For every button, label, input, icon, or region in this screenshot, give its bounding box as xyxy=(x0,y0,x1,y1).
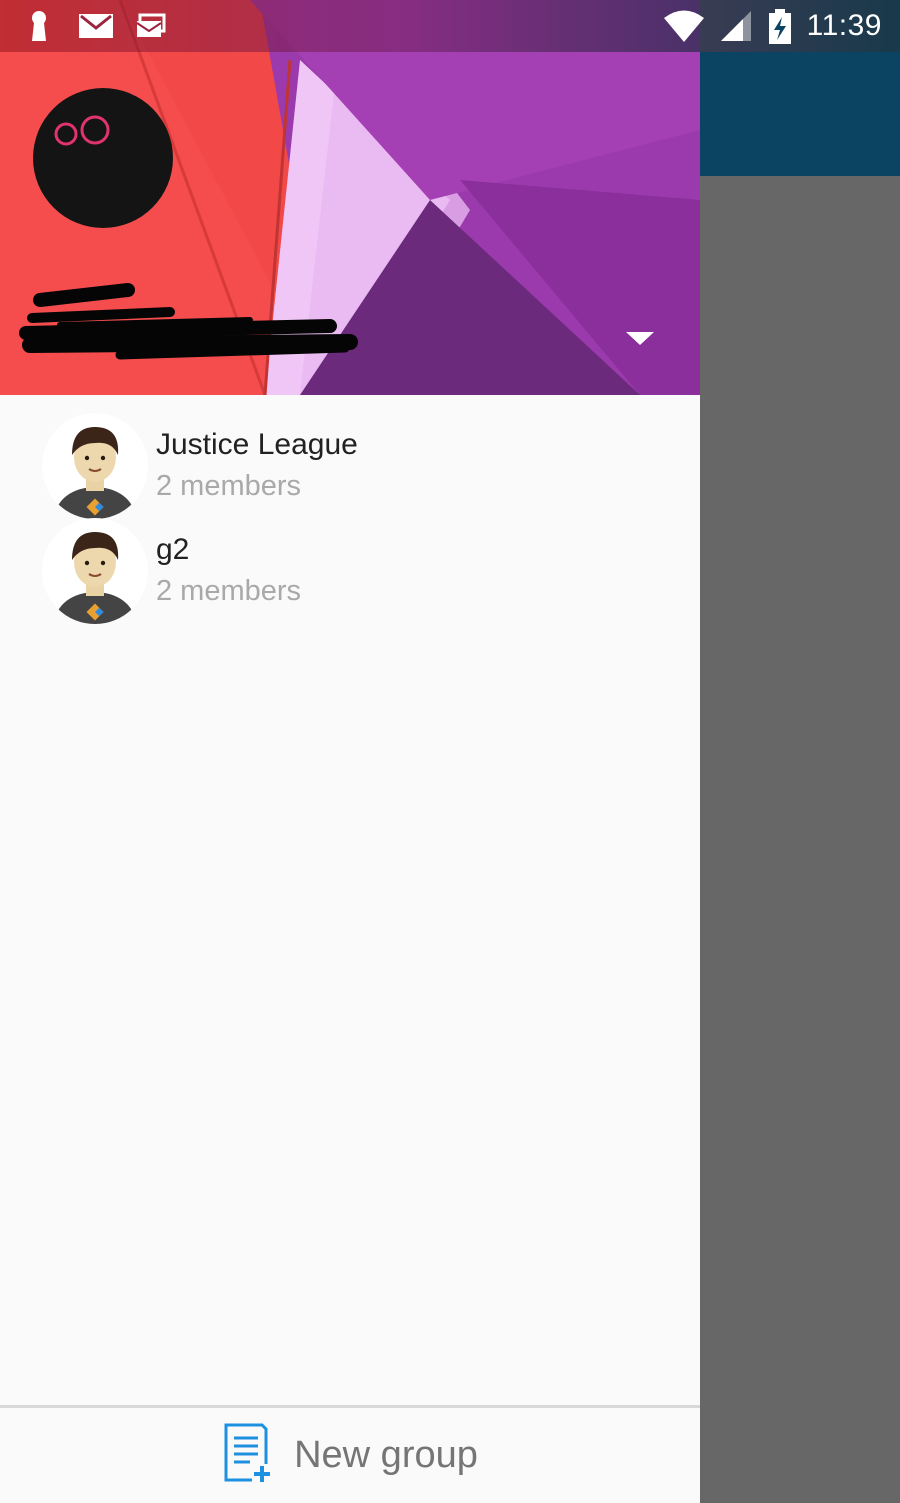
navigation-drawer: Justice League 2 members g2 2 members Ne… xyxy=(0,0,700,1503)
person-avatar-icon xyxy=(55,532,135,624)
gmail-icon xyxy=(78,9,113,43)
group-list: Justice League 2 members g2 2 members xyxy=(0,395,700,624)
drawer-header xyxy=(0,0,700,395)
battery-charging-icon xyxy=(767,9,793,44)
group-avatar xyxy=(42,518,148,624)
wifi-icon xyxy=(663,9,705,43)
account-name xyxy=(26,290,366,360)
avatar-logo-icon xyxy=(54,115,110,146)
group-name: Justice League xyxy=(156,428,358,461)
group-members-count: 2 members xyxy=(156,575,302,607)
status-time: 11:39 xyxy=(806,9,882,42)
status-bar-notifications xyxy=(0,9,168,43)
status-bar-system: 11:39 xyxy=(663,9,900,44)
keyhole-icon xyxy=(22,9,56,43)
cell-signal-icon xyxy=(719,9,753,43)
account-dropdown-toggle[interactable] xyxy=(620,322,660,356)
new-group-label: New group xyxy=(294,1434,478,1476)
group-text: Justice League 2 members xyxy=(156,425,358,507)
group-text: g2 2 members xyxy=(156,530,301,612)
new-group-button[interactable]: New group xyxy=(0,1405,700,1503)
group-name: g2 xyxy=(156,533,190,566)
email-icon xyxy=(134,9,168,43)
profile-avatar[interactable] xyxy=(33,88,173,228)
dropdown-arrow-icon xyxy=(626,332,654,345)
list-item[interactable]: g2 2 members xyxy=(0,500,700,624)
new-group-icon xyxy=(222,1422,274,1489)
status-bar: 11:39 xyxy=(0,0,900,52)
list-item[interactable]: Justice League 2 members xyxy=(0,395,700,519)
